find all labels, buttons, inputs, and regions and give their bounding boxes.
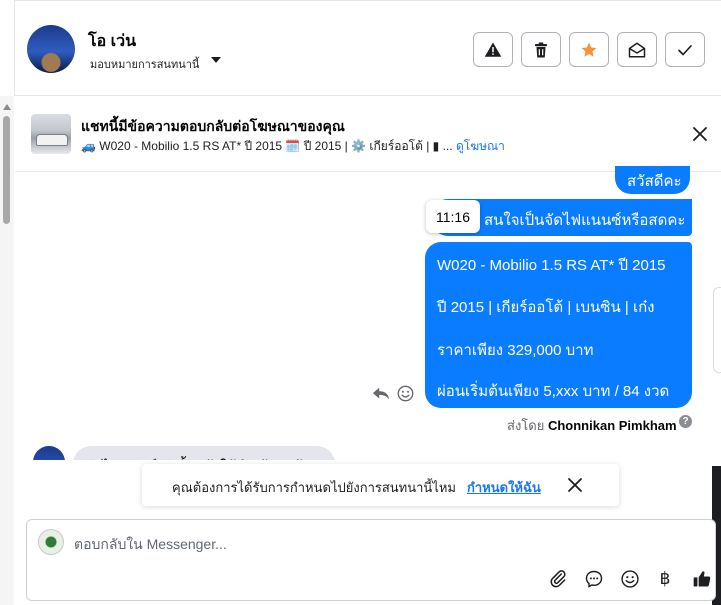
view-ad-link[interactable]: ดูโฆษณา xyxy=(456,139,505,153)
warning-icon xyxy=(484,42,502,57)
offer-line: ผ่อนเริ่มต้นเพียง 5,xxx บาท / 84 งวด xyxy=(437,383,670,400)
close-icon[interactable] xyxy=(690,124,710,144)
incoming-message-row: จัดไฟแนนซ์ ดังนั้นแจ้งให้นำเข้ามาข้อมูลก… xyxy=(15,440,715,460)
assign-prompt-banner: คุณต้องการได้รับการกำหนดไปยังการสนทนานี้… xyxy=(142,464,619,506)
like-button[interactable] xyxy=(691,568,713,590)
reply-icon[interactable] xyxy=(372,386,390,402)
incoming-message[interactable]: จัดไฟแนนซ์ ดังนั้นแจ้งให้นำเข้ามาข้อมูลก… xyxy=(73,446,335,460)
delete-button[interactable] xyxy=(521,32,561,67)
emoji-button[interactable] xyxy=(619,568,641,590)
avatar[interactable] xyxy=(27,25,75,73)
chevron-down-icon[interactable] xyxy=(211,57,221,63)
ad-description: 🚙 W020 - Mobilio 1.5 RS AT* ปี 2015 🗓️ ป… xyxy=(81,139,453,153)
page-avatar xyxy=(38,529,64,555)
scroll-up-arrow-icon[interactable] xyxy=(3,104,11,110)
message-text: สวัสดีคะ xyxy=(627,173,682,190)
ad-thumbnail[interactable] xyxy=(31,114,71,154)
reply-input[interactable] xyxy=(74,534,594,554)
conversation-header: โอ เว่น มอบหมายการสนทนานี้ xyxy=(15,0,721,96)
close-icon[interactable] xyxy=(567,477,583,493)
message-text: สนใจเป็นจัดไฟแนนซ์หรือสดคะ xyxy=(484,212,686,229)
scrollbar[interactable] xyxy=(0,96,14,605)
avatar[interactable] xyxy=(33,446,65,460)
sent-by-prefix: ส่งโดย xyxy=(507,418,545,433)
offer-line: W020 - Mobilio 1.5 RS AT* ปี 2015 xyxy=(437,257,666,274)
envelope-open-icon xyxy=(628,42,646,57)
report-button[interactable] xyxy=(473,32,513,67)
ad-context-subtitle: 🚙 W020 - Mobilio 1.5 RS AT* ปี 2015 🗓️ ป… xyxy=(81,137,505,156)
assign-to-me-link[interactable]: กำหนดให้ฉัน xyxy=(467,477,541,498)
attach-button[interactable] xyxy=(547,568,569,590)
thumbs-up-icon xyxy=(693,571,711,587)
outgoing-message-offer[interactable]: W020 - Mobilio 1.5 RS AT* ปี 2015 ปี 201… xyxy=(425,242,692,408)
emoji-icon xyxy=(621,570,639,588)
star-icon xyxy=(581,42,597,57)
emoji-react-icon[interactable] xyxy=(397,385,414,402)
offer-line: ราคาเพียง 329,000 บาท xyxy=(437,342,594,359)
side-panel-edge[interactable] xyxy=(713,287,721,373)
chat-bubble-icon xyxy=(585,570,603,588)
assign-dropdown-label[interactable]: มอบหมายการสนทนานี้ xyxy=(90,55,199,73)
saved-replies-button[interactable] xyxy=(583,568,605,590)
sender-name[interactable]: Chonnikan Pimkham xyxy=(548,418,677,433)
ad-context-bar: แชทนี้มีข้อความตอบกลับต่อโฆษณาของคุณ 🚙 W… xyxy=(15,96,721,172)
mark-done-button[interactable] xyxy=(665,32,705,67)
star-button[interactable] xyxy=(569,32,609,67)
help-icon[interactable]: ? xyxy=(679,415,692,428)
mark-unread-button[interactable] xyxy=(617,32,657,67)
offer-line: ปี 2015 | เกียร์ออโต้ | เบนซิน | เก๋ง xyxy=(437,299,655,316)
message-composer: ฿ xyxy=(26,519,716,601)
assign-prompt-text: คุณต้องการได้รับการกำหนดไปยังการสนทนานี้… xyxy=(172,480,456,495)
trash-icon xyxy=(535,42,547,57)
paperclip-icon xyxy=(550,570,566,588)
scrollbar-thumb[interactable] xyxy=(3,116,10,224)
contact-name[interactable]: โอ เว่น xyxy=(88,29,136,54)
outgoing-message-greeting[interactable]: สวัสดีคะ xyxy=(615,166,690,194)
check-icon xyxy=(678,44,692,55)
sent-by-label: ส่งโดย Chonnikan Pimkham xyxy=(507,415,691,436)
payment-button[interactable]: ฿ xyxy=(654,568,676,590)
timestamp-tooltip: 11:16 xyxy=(426,200,480,233)
ad-context-title: แชทนี้มีข้อความตอบกลับต่อโฆษณาของคุณ xyxy=(81,118,345,134)
